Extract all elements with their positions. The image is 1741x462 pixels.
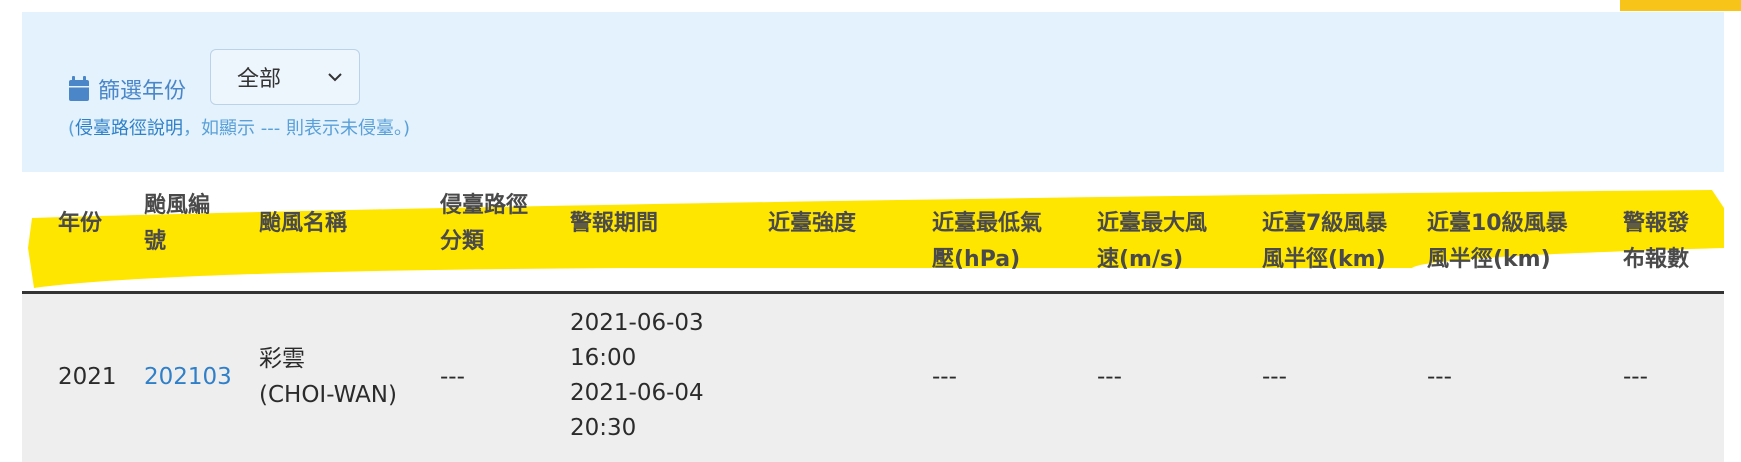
header-typhoon-name: 颱風名稱	[259, 211, 348, 236]
cell-warning-end-time: 20:30	[570, 415, 637, 441]
calendar-icon	[69, 76, 89, 101]
header-path-class: 侵臺路徑 分類	[440, 193, 529, 254]
header-year: 年份	[58, 211, 103, 236]
filter-panel: 篩選年份 全部 (侵臺路徑說明，如顯示 --- 則表示未侵臺。)	[22, 12, 1724, 172]
header-warning-count: 警報發 布報數	[1623, 211, 1690, 272]
typhoon-id-link[interactable]: 202103	[144, 360, 232, 395]
year-select[interactable]: 全部	[210, 49, 360, 105]
year-select-value: 全部	[237, 67, 282, 92]
header-radius-10: 近臺10級風暴 風半徑(km)	[1427, 211, 1568, 272]
header-warning-period: 警報期間	[570, 211, 659, 236]
cell-warning-end-date: 2021-06-04	[570, 380, 704, 406]
header-typhoon-id: 颱風編 號	[144, 193, 211, 254]
header-max-wind: 近臺最大風 速(m/s)	[1097, 211, 1208, 272]
header-radius-7: 近臺7級風暴 風半徑(km)	[1262, 211, 1388, 272]
cell-warning-start-date: 2021-06-03	[570, 310, 704, 336]
header-min-pressure: 近臺最低氣 壓(hPa)	[932, 211, 1043, 272]
cell-name-en: (CHOI-WAN)	[259, 382, 397, 408]
filter-label-text: 篩選年份	[98, 79, 187, 104]
cell-name-zh: 彩雲	[259, 346, 305, 372]
path-explanation-link[interactable]: 侵臺路徑說明	[75, 118, 183, 139]
cell-warning-start-time: 16:00	[570, 345, 637, 371]
cell-radius-7: ---	[1262, 364, 1287, 390]
cell-path-class: ---	[440, 364, 465, 390]
header-intensity: 近臺強度	[768, 211, 857, 236]
filter-year-label: 篩選年份	[68, 62, 186, 116]
cell-year: 2021	[58, 364, 117, 390]
corner-accent	[1620, 0, 1741, 11]
chevron-down-icon	[328, 73, 342, 82]
path-note: (侵臺路徑說明，如顯示 --- 則表示未侵臺。)	[68, 118, 410, 139]
cell-warning-count: ---	[1623, 364, 1648, 390]
cell-max-wind: ---	[1097, 364, 1122, 390]
cell-min-pressure: ---	[932, 364, 957, 390]
cell-radius-10: ---	[1427, 364, 1452, 390]
